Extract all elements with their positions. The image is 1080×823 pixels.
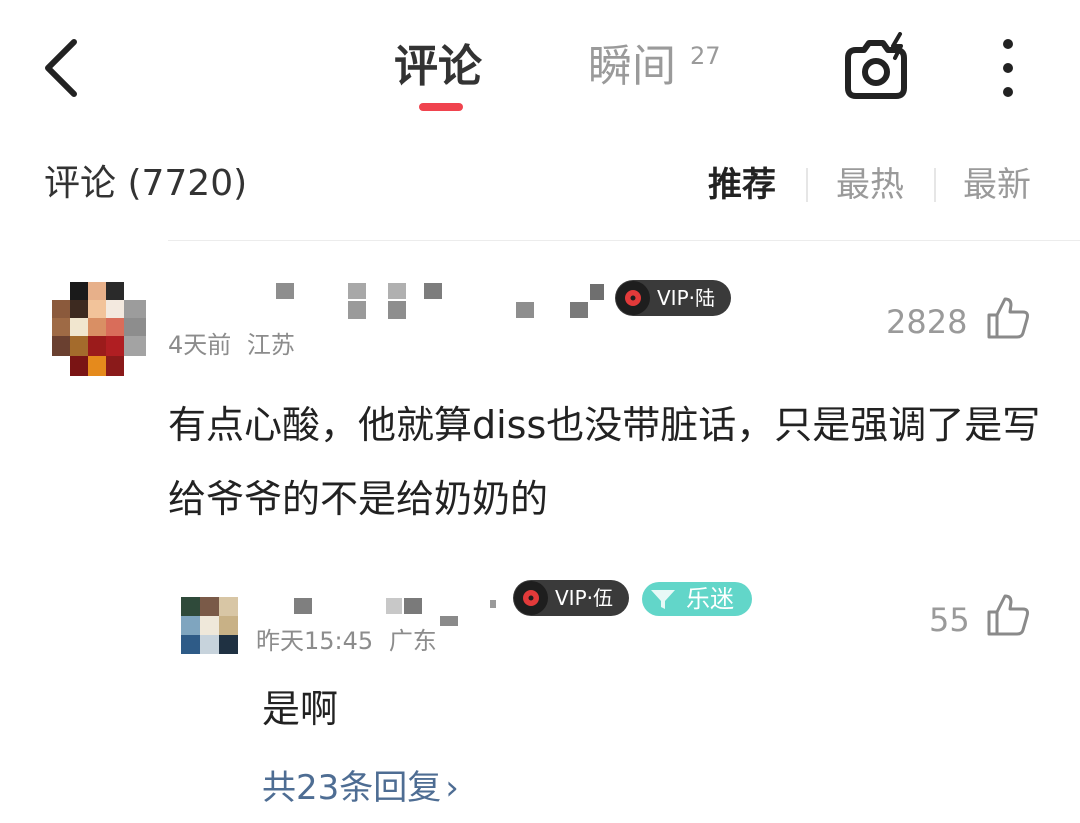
fan-badge[interactable]: 乐迷 bbox=[642, 582, 752, 616]
vip-badge[interactable]: VIP·陆 bbox=[615, 280, 731, 316]
back-arrow-icon[interactable] bbox=[30, 32, 94, 104]
sort-divider bbox=[934, 168, 936, 202]
sort-newest[interactable]: 最新 bbox=[963, 164, 1031, 206]
tab-comments[interactable]: 评论 bbox=[394, 40, 482, 94]
reply-vip-label: VIP·伍 bbox=[555, 586, 613, 610]
sort-hottest[interactable]: 最热 bbox=[836, 164, 904, 206]
username-redacted[interactable] bbox=[272, 280, 612, 322]
reply-text: 是啊 bbox=[262, 687, 339, 731]
reply-meta: 昨天15:45 广东 bbox=[256, 626, 437, 656]
vip-label: VIP·陆 bbox=[657, 286, 715, 310]
more-options-icon[interactable] bbox=[990, 34, 1026, 102]
comment-text: 有点心酸，他就算diss也没带脏话，只是强调了是写给爷爷的不是给奶奶的 bbox=[168, 403, 1041, 521]
comment-time: 4天前 bbox=[168, 331, 232, 359]
fan-label: 乐迷 bbox=[686, 585, 734, 613]
vinyl-record-icon bbox=[514, 581, 548, 615]
view-replies-label: 共23条回复 bbox=[262, 768, 442, 808]
thumbs-up-icon[interactable] bbox=[985, 295, 1031, 341]
camera-icon[interactable] bbox=[838, 32, 914, 104]
view-replies-link[interactable]: 共23条回复 › bbox=[262, 765, 459, 811]
sort-divider bbox=[806, 168, 808, 202]
reply-vip-badge[interactable]: VIP·伍 bbox=[513, 580, 629, 616]
user-avatar[interactable] bbox=[52, 282, 146, 376]
reply-location: 广东 bbox=[388, 627, 437, 655]
reply-time: 昨天15:45 bbox=[256, 627, 374, 655]
fan-level-icon bbox=[651, 590, 675, 609]
moments-count-badge: 27 bbox=[690, 42, 721, 70]
comments-count-title: 评论 (7720) bbox=[44, 163, 248, 204]
reply-thumbs-up-icon[interactable] bbox=[985, 592, 1031, 638]
sort-recommended[interactable]: 推荐 bbox=[708, 164, 776, 206]
comment-location: 江苏 bbox=[246, 331, 295, 359]
vinyl-record-icon bbox=[616, 281, 650, 315]
reply-like-count: 55 bbox=[929, 601, 970, 639]
chevron-right-icon: › bbox=[445, 768, 459, 808]
comment-meta: 4天前 江苏 bbox=[168, 330, 295, 360]
divider bbox=[168, 240, 1080, 241]
reply-username-redacted[interactable] bbox=[290, 590, 500, 630]
like-count: 2828 bbox=[886, 303, 968, 341]
active-tab-indicator bbox=[419, 103, 463, 111]
reply-user-avatar[interactable] bbox=[181, 597, 238, 654]
tab-moments[interactable]: 瞬间 bbox=[588, 40, 676, 94]
